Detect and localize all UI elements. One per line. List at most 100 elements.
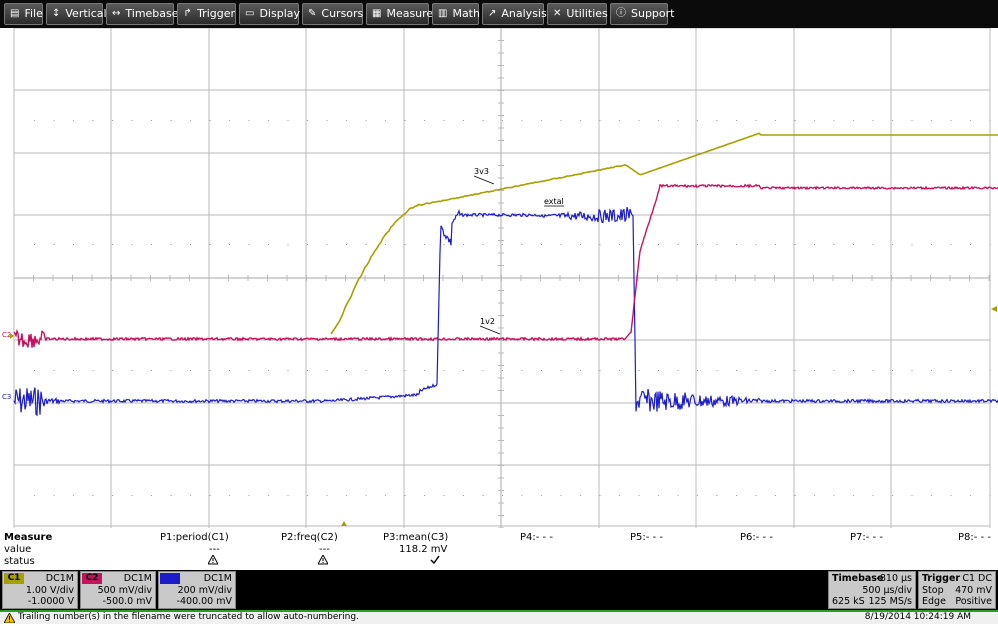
math-icon: ▥: [438, 8, 448, 19]
measure-p8-name[interactable]: P8:- - -: [958, 532, 991, 543]
grid-dot: [814, 244, 815, 245]
grid-dot: [892, 244, 893, 245]
menu-file-button[interactable]: ▤ File: [4, 3, 43, 25]
channel-c1-descriptor[interactable]: C1 DC1M 1.00 V/div -1.0000 V: [2, 571, 78, 609]
grid-dot: [658, 370, 659, 371]
measure-table[interactable]: Measure value status P1:period(C1) --- P…: [0, 528, 998, 570]
trigger-descriptor[interactable]: Trigger C1 DC Stop 470 mV Edge Positive: [918, 571, 996, 609]
grid-dot: [326, 120, 328, 121]
grid-dot: [541, 120, 542, 121]
grid-dot: [287, 244, 289, 245]
grid-dot: [794, 495, 796, 496]
trace-label-1v2: 1v2: [480, 317, 495, 326]
measure-status-row-label: status: [4, 556, 35, 567]
grid-dot: [950, 495, 952, 496]
measure-p1-name[interactable]: P1:period(C1): [160, 532, 229, 543]
grid-dot: [482, 244, 484, 245]
grid-dot: [521, 370, 523, 371]
channel-c3-marker: C3: [2, 393, 11, 401]
analysis-icon: ↗: [488, 8, 497, 19]
status-message: Trailing number(s) in the filename were …: [18, 612, 359, 622]
trace-label-3v3-leader: [473, 175, 495, 185]
measure-p7-name[interactable]: P7:- - -: [850, 532, 883, 543]
menu-math-button[interactable]: ▥ Math: [432, 3, 480, 25]
grid-dot: [73, 244, 74, 245]
channel-c3-descriptor[interactable]: C3 DC1M 200 mV/div -400.00 mV: [158, 571, 236, 609]
grid-dot: [424, 244, 425, 245]
menu-bar: ▤ File ↕ Vertical ↔ Timebase ↱ Trigger ▭ Display ✎…: [0, 0, 998, 28]
grid-dot: [755, 244, 757, 245]
grid-dot: [833, 370, 835, 371]
grid-dot: [482, 120, 484, 121]
measure-p6-name[interactable]: P6:- - -: [740, 532, 773, 543]
measure-p5-name[interactable]: P5:- - -: [630, 532, 663, 543]
grid-dot: [151, 120, 152, 121]
menu-label: Measure: [386, 7, 434, 20]
grid-dot: [463, 495, 464, 496]
grid-dot: [794, 120, 796, 121]
grid-dot: [190, 244, 191, 245]
grid-dot: [853, 370, 854, 371]
grid-dot: [989, 370, 991, 371]
grid-dot: [833, 244, 835, 245]
grid-dot: [872, 495, 874, 496]
grid-dot: [190, 370, 191, 371]
menu-support-button[interactable]: ⓘ Support: [610, 3, 674, 25]
grid-dot: [307, 120, 308, 121]
grid-dot: [404, 244, 406, 245]
grid-dot: [541, 370, 542, 371]
grid-dot: [950, 244, 952, 245]
grid-dot: [268, 244, 269, 245]
measure-p3-name[interactable]: P3:mean(C3): [383, 532, 448, 543]
grid-dot: [34, 120, 35, 121]
grid-dot: [502, 120, 503, 121]
menu-timebase-button[interactable]: ↔ Timebase: [106, 3, 179, 25]
grid-dot: [989, 120, 991, 121]
grid-dot: [248, 120, 250, 121]
grid-dot: [34, 244, 35, 245]
file-icon: ▤: [10, 8, 20, 19]
channel-c3-offset: -400.00 mV: [176, 596, 232, 607]
grid-dot: [599, 495, 601, 496]
trace-c3: [13, 207, 998, 417]
grid-dot: [619, 370, 620, 371]
waveform-display[interactable]: 3v3 extal 1v2 C2 C3: [0, 28, 998, 528]
menu-cursors-button[interactable]: ✎ Cursors: [302, 3, 363, 25]
grid-dot: [385, 120, 386, 121]
grid-dot: [638, 370, 640, 371]
measure-p2-name[interactable]: P2:freq(C2): [281, 532, 338, 543]
grid-dot: [502, 244, 503, 245]
grid-dot: [463, 120, 464, 121]
grid-dot: [209, 495, 211, 496]
timebase-descriptor[interactable]: Timebase -810 µs 500 µs/div 625 kS 125 M…: [828, 571, 916, 609]
menu-utilities-button[interactable]: ✕ Utilities: [547, 3, 608, 25]
grid-dot: [53, 120, 55, 121]
grid-dot: [619, 120, 620, 121]
grid-dot: [814, 370, 815, 371]
menu-vertical-button[interactable]: ↕ Vertical: [46, 3, 107, 25]
grid-dot: [248, 244, 250, 245]
grid-dot: [950, 370, 952, 371]
menu-analysis-button[interactable]: ↗ Analysis: [482, 3, 547, 25]
grid-dot: [424, 370, 425, 371]
trigger-icon: ↱: [183, 8, 192, 19]
menu-measure-button[interactable]: ▦ Measure: [366, 3, 433, 25]
grid-dot: [892, 120, 893, 121]
trigger-position-marker: [341, 521, 347, 526]
grid-dot: [112, 244, 113, 245]
menu-trigger-button[interactable]: ↱ Trigger: [177, 3, 236, 25]
grid-dot: [833, 495, 835, 496]
grid-dot: [599, 244, 601, 245]
trigger-mode: Stop: [922, 585, 944, 596]
grid-dot: [931, 495, 932, 496]
grid-dot: [521, 244, 523, 245]
grid-dot: [638, 495, 640, 496]
grid-dot: [209, 120, 211, 121]
grid-dot: [404, 495, 406, 496]
grid-dot: [73, 120, 74, 121]
warning-icon: [3, 612, 16, 626]
measure-p4-name[interactable]: P4:- - -: [520, 532, 553, 543]
grid-dot: [560, 244, 562, 245]
channel-c2-descriptor[interactable]: C2 DC1M 500 mV/div -500.0 mV: [80, 571, 156, 609]
menu-display-button[interactable]: ▭ Display: [239, 3, 300, 25]
